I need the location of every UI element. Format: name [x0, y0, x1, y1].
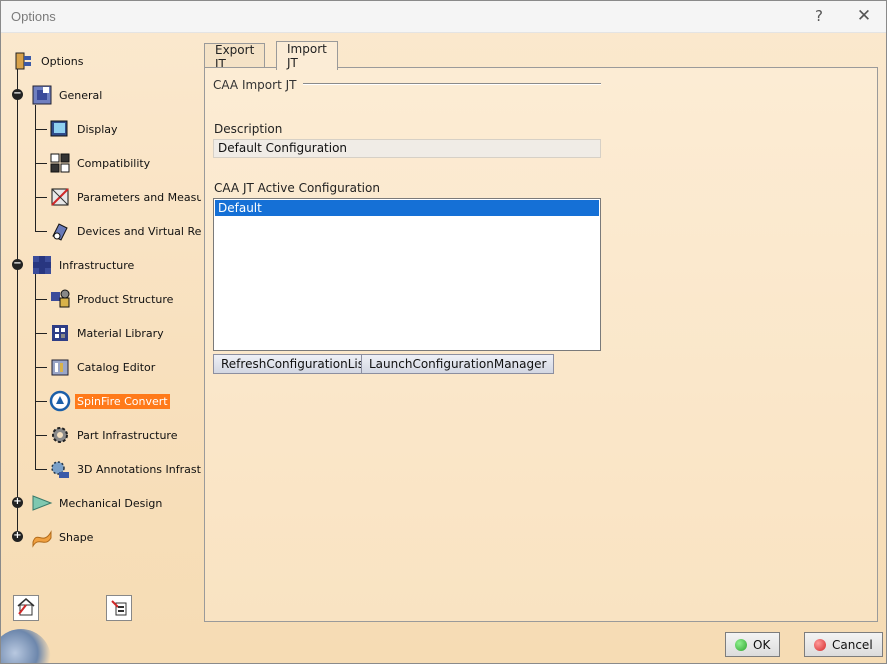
tree-label-shape: Shape	[59, 530, 94, 544]
compatibility-icon	[48, 151, 72, 175]
tree-label-general: General	[59, 88, 103, 102]
tree-label-catalog-editor: Catalog Editor	[77, 360, 156, 374]
refresh-configuration-list-button[interactable]: RefreshConfigurationList	[213, 354, 377, 374]
tree-item-catalog-editor[interactable]: Catalog Editor	[48, 353, 157, 381]
tree-item-shape[interactable]: Shape	[30, 523, 95, 551]
tree-label-display: Display	[77, 122, 118, 136]
active-configuration-label: CAA JT Active Configuration	[214, 181, 380, 195]
devices-icon	[48, 219, 72, 243]
tree-label-material-library: Material Library	[77, 326, 164, 340]
export-options-icon	[109, 597, 129, 620]
description-label: Description	[214, 122, 283, 136]
tree-item-compatibility[interactable]: Compatibility	[48, 149, 152, 177]
general-icon	[30, 83, 54, 107]
tree-label-part-infrastructure: Part Infrastructure	[77, 428, 178, 442]
tree-item-options[interactable]: Options	[12, 47, 85, 75]
tree-item-general[interactable]: General	[30, 81, 104, 109]
expand-shape-icon[interactable]: +	[12, 531, 23, 542]
active-configuration-list[interactable]: Default	[213, 198, 601, 351]
decorative-orb	[1, 629, 51, 663]
tree-item-part-infrastructure[interactable]: Part Infrastructure	[48, 421, 179, 449]
tree-item-spinfire-convert[interactable]: SpinFire Convert	[48, 387, 170, 415]
tab-import-jt[interactable]: Import JT	[276, 41, 338, 70]
display-icon	[48, 117, 72, 141]
tree-label-mechanical-design: Mechanical Design	[59, 496, 163, 510]
group-title: CAA Import JT	[213, 78, 297, 92]
tree-label-options: Options	[41, 54, 84, 68]
shape-icon	[30, 525, 54, 549]
group-divider	[303, 83, 601, 85]
mechanical-design-icon	[30, 491, 54, 515]
launch-configuration-manager-button[interactable]: LaunchConfigurationManager	[361, 354, 555, 374]
tree-label-product-structure: Product Structure	[77, 292, 174, 306]
export-options-button[interactable]	[106, 595, 132, 621]
tree-item-infrastructure[interactable]: Infrastructure	[30, 251, 136, 279]
ok-icon	[735, 638, 747, 651]
tree-item-display[interactable]: Display	[48, 115, 120, 143]
ok-label: OK	[753, 637, 771, 652]
tree-label-infrastructure: Infrastructure	[59, 258, 135, 272]
options-tree: Options − General Display Compatibility	[8, 41, 201, 621]
material-library-icon	[48, 321, 72, 345]
tree-item-material-library[interactable]: Material Library	[48, 319, 166, 347]
product-structure-icon	[48, 287, 72, 311]
reset-options-icon	[16, 597, 36, 620]
reset-options-button[interactable]	[13, 595, 39, 621]
list-item[interactable]: Default	[215, 200, 599, 216]
cancel-button[interactable]: Cancel	[804, 632, 883, 657]
tree-label-spinfire-convert: SpinFire Convert	[75, 393, 170, 409]
parameters-icon	[48, 185, 72, 209]
tree-item-3d-annotations[interactable]: 3D Annotations Infrastru	[48, 455, 201, 483]
import-jt-panel: CAA Import JT Description Default Config…	[204, 67, 878, 622]
options-dialog: Options ? ✕ Options − General Display Co…	[0, 0, 887, 664]
close-button[interactable]: ✕	[846, 3, 882, 29]
tree-item-mechanical-design[interactable]: Mechanical Design	[30, 489, 164, 517]
options-root-icon	[12, 49, 36, 73]
expand-mechanical-design-icon[interactable]: +	[12, 497, 23, 508]
window-title: Options	[11, 9, 56, 24]
annotations-icon	[48, 457, 72, 481]
ok-button[interactable]: OK	[725, 632, 781, 657]
part-infrastructure-icon	[48, 423, 72, 447]
title-bar: Options ? ✕	[1, 1, 886, 33]
description-field[interactable]: Default Configuration	[213, 139, 601, 158]
cancel-label: Cancel	[832, 637, 873, 652]
cancel-icon	[814, 638, 826, 651]
infrastructure-icon	[30, 253, 54, 277]
collapse-infrastructure-icon[interactable]: −	[12, 259, 23, 270]
tree-item-parameters[interactable]: Parameters and Measure	[48, 183, 201, 211]
tree-label-parameters: Parameters and Measure	[77, 190, 201, 204]
spinfire-icon	[48, 389, 72, 413]
tree-label-compatibility: Compatibility	[77, 156, 151, 170]
help-button[interactable]: ?	[801, 3, 837, 29]
tree-label-devices: Devices and Virtual Reali	[77, 224, 201, 238]
tree-item-devices[interactable]: Devices and Virtual Reali	[48, 217, 201, 245]
tree-item-product-structure[interactable]: Product Structure	[48, 285, 175, 313]
collapse-general-icon[interactable]: −	[12, 89, 23, 100]
tab-export-jt[interactable]: Export JT	[204, 43, 266, 71]
tree-label-3d-annotations: 3D Annotations Infrastru	[77, 462, 201, 476]
catalog-editor-icon	[48, 355, 72, 379]
